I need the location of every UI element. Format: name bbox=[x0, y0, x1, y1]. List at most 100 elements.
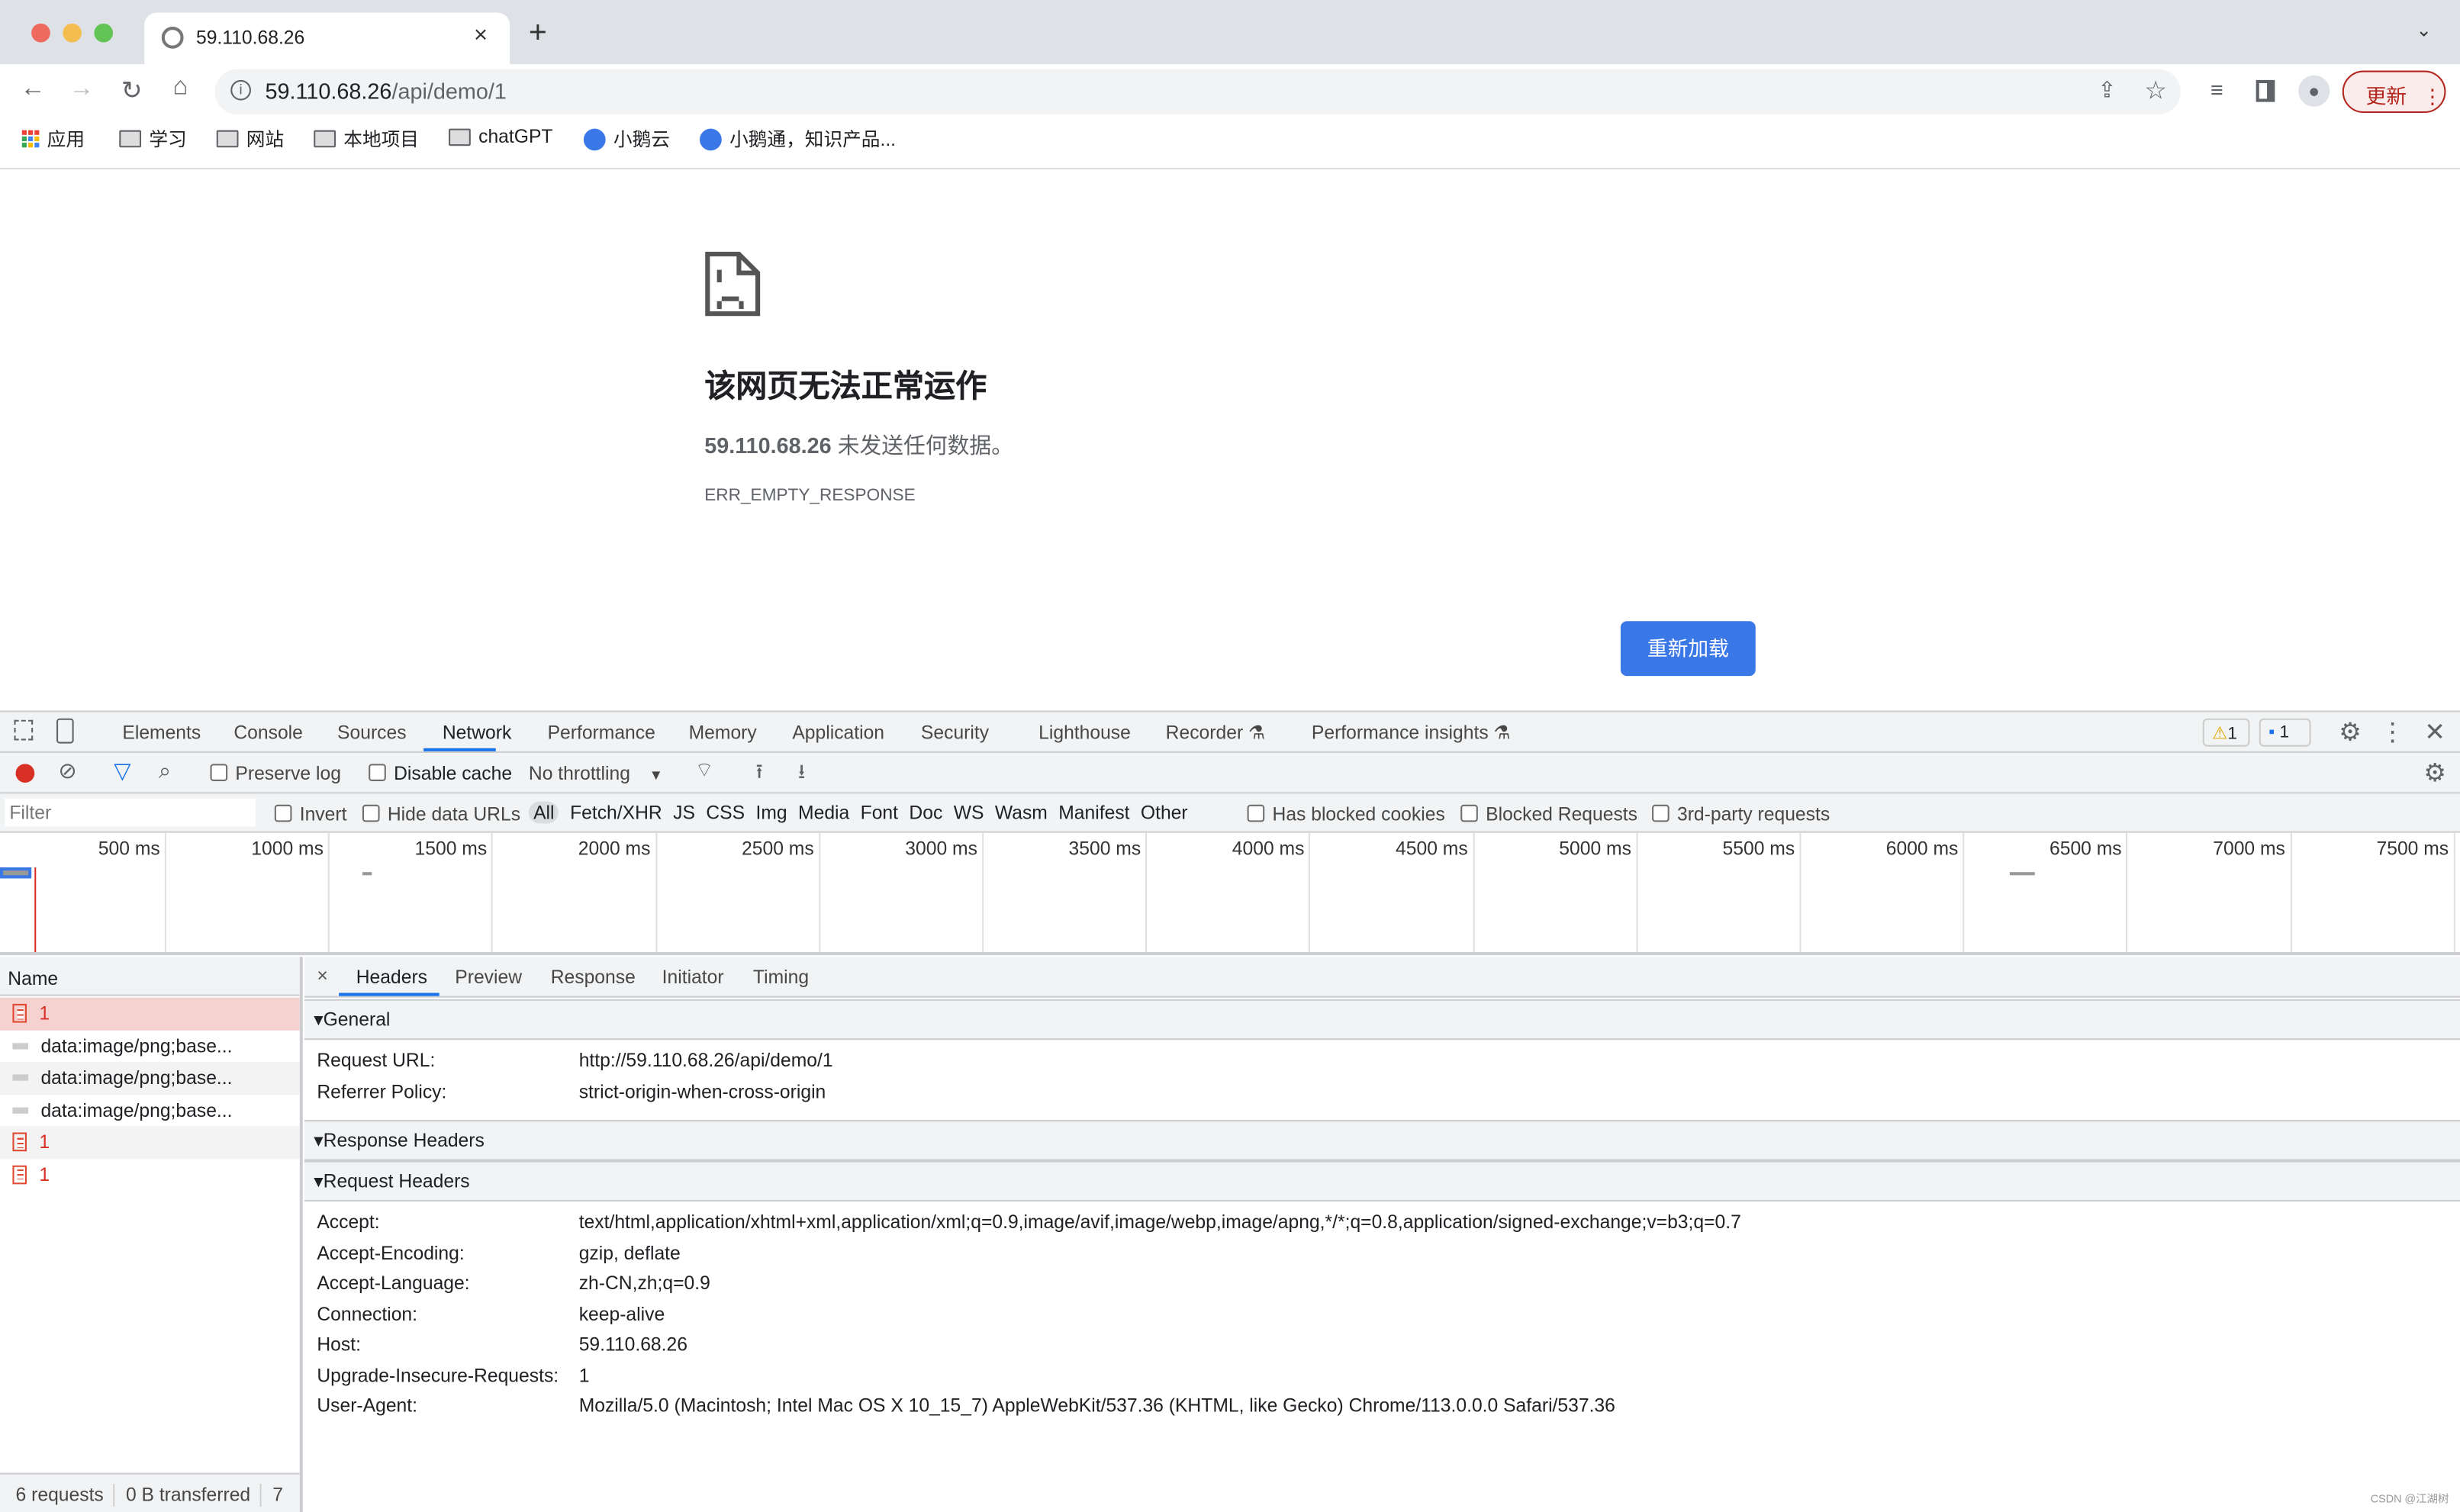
type-filter-manifest[interactable]: Manifest bbox=[1058, 802, 1129, 824]
update-button[interactable]: 更新 ⋮ bbox=[2342, 70, 2446, 114]
tab-response[interactable]: Response bbox=[551, 967, 636, 989]
tab-initiator[interactable]: Initiator bbox=[662, 967, 724, 989]
tab-preview[interactable]: Preview bbox=[455, 967, 522, 989]
throttling-select[interactable]: No throttling ▼ bbox=[529, 762, 663, 784]
type-filter-wasm[interactable]: Wasm bbox=[995, 802, 1048, 824]
profile-avatar-icon[interactable]: ● bbox=[2298, 75, 2330, 107]
tab-console[interactable]: Console bbox=[233, 722, 303, 744]
bookmark-folder[interactable]: chatGPT bbox=[449, 125, 552, 147]
bookmark-star-icon[interactable]: ☆ bbox=[2140, 76, 2172, 107]
third-party-requests-checkbox[interactable]: 3rd-party requests bbox=[1652, 803, 1830, 825]
close-devtools-icon[interactable]: ✕ bbox=[2420, 717, 2451, 748]
invert-checkbox[interactable]: Invert bbox=[274, 803, 346, 825]
section-general[interactable]: ▾General bbox=[304, 999, 2460, 1041]
filter-input[interactable] bbox=[5, 798, 256, 827]
update-label: 更新 bbox=[2365, 85, 2407, 108]
record-icon[interactable] bbox=[15, 764, 35, 783]
minimize-window-button[interactable] bbox=[63, 23, 82, 43]
checkbox[interactable] bbox=[210, 764, 228, 781]
info-icon[interactable]: i bbox=[230, 79, 251, 101]
warnings-badge[interactable]: ⚠1 bbox=[2202, 718, 2250, 747]
bookmark-link[interactable]: 小鹅通，知识产品... bbox=[700, 125, 896, 152]
export-har-icon[interactable]: ⭳ bbox=[786, 758, 817, 792]
forward-icon[interactable]: → bbox=[66, 76, 97, 104]
checkbox[interactable] bbox=[369, 764, 386, 781]
tab-search-chevron-icon[interactable]: ⌄ bbox=[2416, 19, 2432, 41]
tab-application[interactable]: Application bbox=[792, 722, 884, 744]
request-row[interactable]: data:image/png;base... bbox=[0, 1029, 300, 1062]
network-conditions-icon[interactable]: ⌔ bbox=[689, 758, 720, 783]
tab-elements[interactable]: Elements bbox=[122, 722, 201, 744]
type-filter-media[interactable]: Media bbox=[798, 802, 849, 824]
close-window-button[interactable] bbox=[31, 23, 50, 43]
browser-tab[interactable]: 59.110.68.26 × bbox=[144, 12, 510, 65]
has-blocked-cookies-checkbox[interactable]: Has blocked cookies bbox=[1247, 803, 1445, 825]
bookmark-folder[interactable]: 学习 bbox=[119, 125, 187, 152]
blocked-requests-checkbox[interactable]: Blocked Requests bbox=[1460, 803, 1637, 825]
checkbox[interactable] bbox=[1460, 804, 1478, 822]
new-tab-button[interactable]: + bbox=[529, 16, 547, 52]
tab-headers[interactable]: Headers bbox=[356, 967, 427, 989]
side-panel-icon[interactable] bbox=[2256, 79, 2275, 102]
messages-badge[interactable]: ▪ 1 bbox=[2259, 718, 2311, 747]
close-tab-icon[interactable]: × bbox=[474, 22, 488, 49]
network-timeline-overview[interactable]: 500 ms 1000 ms 1500 ms 2000 ms 2500 ms 3000 m… bbox=[0, 832, 2460, 956]
request-row[interactable]: 1 bbox=[0, 997, 300, 1030]
close-details-icon[interactable]: × bbox=[317, 965, 327, 987]
search-icon[interactable]: ⌕ bbox=[149, 758, 180, 784]
clear-icon[interactable]: ⊘ bbox=[52, 758, 83, 784]
bookmark-link[interactable]: 小鹅云 bbox=[583, 125, 670, 152]
type-filter-css[interactable]: CSS bbox=[706, 802, 745, 824]
type-filter-ws[interactable]: WS bbox=[954, 802, 984, 824]
zoom-window-button[interactable] bbox=[94, 23, 114, 43]
address-bar[interactable]: i 59.110.68.26/api/demo/1 ⇪ ☆ bbox=[214, 69, 2181, 115]
tab-performance-insights[interactable]: Performance insights ⚗ bbox=[1312, 722, 1511, 744]
type-filter-img[interactable]: Img bbox=[755, 802, 787, 824]
checkbox[interactable] bbox=[1652, 804, 1670, 822]
section-response-headers[interactable]: ▾Response Headers bbox=[304, 1120, 2460, 1161]
reload-icon[interactable]: ↻ bbox=[116, 76, 147, 107]
hide-data-urls-checkbox[interactable]: Hide data URLs bbox=[362, 803, 520, 825]
tab-performance[interactable]: Performance bbox=[548, 722, 655, 744]
reading-list-icon[interactable]: ≡ bbox=[2201, 77, 2233, 102]
type-filter-js[interactable]: JS bbox=[673, 802, 695, 824]
settings-gear-icon[interactable]: ⚙ bbox=[2334, 717, 2365, 748]
name-column-header[interactable]: Name bbox=[0, 957, 300, 996]
type-filter-fetch-xhr[interactable]: Fetch/XHR bbox=[570, 802, 662, 824]
checkbox[interactable] bbox=[274, 804, 292, 822]
tab-recorder[interactable]: Recorder ⚗ bbox=[1166, 722, 1265, 744]
bookmark-folder[interactable]: 网站 bbox=[216, 125, 284, 152]
bookmark-apps[interactable]: 应用 bbox=[21, 125, 85, 152]
back-icon[interactable]: ← bbox=[18, 76, 49, 104]
tab-sources[interactable]: Sources bbox=[337, 722, 407, 744]
home-icon[interactable]: ⌂ bbox=[165, 74, 196, 102]
type-filter-doc[interactable]: Doc bbox=[909, 802, 942, 824]
request-row[interactable]: 1 bbox=[0, 1158, 300, 1191]
network-settings-gear-icon[interactable]: ⚙ bbox=[2420, 758, 2451, 789]
type-filter-other[interactable]: Other bbox=[1141, 802, 1188, 824]
preserve-log-checkbox[interactable]: Preserve log bbox=[210, 762, 341, 784]
filter-icon[interactable]: ▽ bbox=[107, 758, 138, 784]
tab-network[interactable]: Network bbox=[443, 722, 512, 744]
section-request-headers[interactable]: ▾Request Headers bbox=[304, 1160, 2460, 1202]
type-filter-font[interactable]: Font bbox=[861, 802, 898, 824]
request-row[interactable]: data:image/png;base... bbox=[0, 1061, 300, 1095]
import-har-icon[interactable]: ⭱ bbox=[744, 758, 775, 792]
inspect-element-icon[interactable] bbox=[14, 719, 34, 741]
share-icon[interactable]: ⇪ bbox=[2091, 77, 2123, 104]
bookmark-folder[interactable]: 本地项目 bbox=[314, 125, 419, 152]
tab-lighthouse[interactable]: Lighthouse bbox=[1038, 722, 1131, 744]
more-options-icon[interactable]: ⋮ bbox=[2377, 717, 2408, 748]
tab-security[interactable]: Security bbox=[921, 722, 989, 744]
tab-memory[interactable]: Memory bbox=[689, 722, 757, 744]
reload-button[interactable]: 重新加载 bbox=[1620, 621, 1756, 677]
disable-cache-checkbox[interactable]: Disable cache bbox=[369, 762, 512, 784]
tab-timing[interactable]: Timing bbox=[753, 967, 809, 989]
request-row[interactable]: data:image/png;base... bbox=[0, 1094, 300, 1127]
checkbox[interactable] bbox=[1247, 804, 1265, 822]
request-row[interactable]: 1 bbox=[0, 1126, 300, 1159]
tab-title: 59.110.68.26 bbox=[196, 26, 305, 49]
checkbox[interactable] bbox=[362, 804, 380, 822]
device-toolbar-icon[interactable] bbox=[56, 718, 74, 744]
type-filter-all[interactable]: All bbox=[528, 801, 559, 824]
